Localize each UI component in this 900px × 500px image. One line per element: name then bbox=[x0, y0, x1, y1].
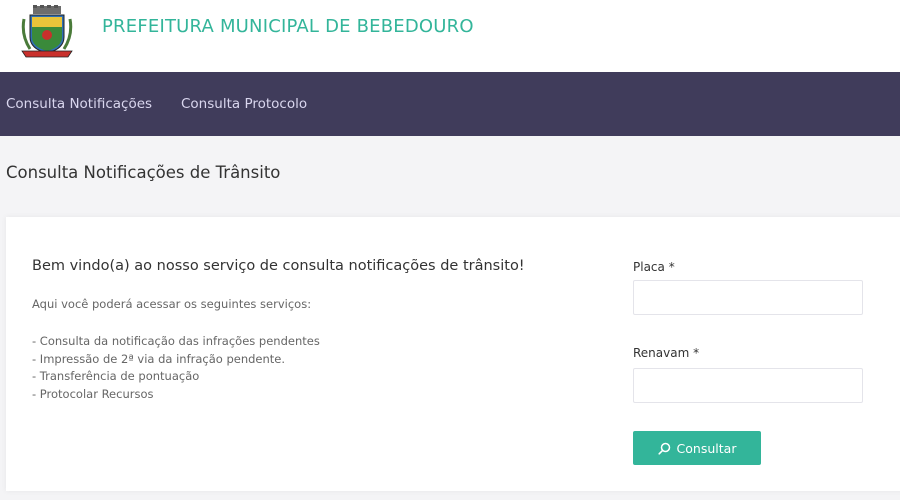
services-list: - Consulta da notificação das infrações … bbox=[32, 333, 320, 403]
consultar-button-label: Consultar bbox=[676, 440, 737, 456]
nav-consulta-protocolo[interactable]: Consulta Protocolo bbox=[181, 96, 307, 112]
list-item: - Transferência de pontuação bbox=[32, 369, 200, 383]
site-header: PREFEITURA MUNICIPAL DE BEBEDOURO bbox=[0, 0, 900, 72]
site-title: PREFEITURA MUNICIPAL DE BEBEDOURO bbox=[102, 16, 474, 37]
renavam-label: Renavam * bbox=[633, 346, 700, 360]
consultar-button[interactable]: Consultar bbox=[633, 431, 761, 465]
search-icon bbox=[657, 442, 671, 455]
main-navbar: Consulta Notificações Consulta Protocolo bbox=[0, 72, 900, 136]
welcome-heading: Bem vindo(a) ao nosso serviço de consult… bbox=[32, 258, 525, 274]
page-title: Consulta Notificações de Trânsito bbox=[6, 163, 281, 182]
intro-text: Aqui você poderá acessar os seguintes se… bbox=[32, 297, 312, 311]
renavam-input[interactable] bbox=[633, 368, 863, 403]
placa-input[interactable] bbox=[633, 280, 863, 315]
placa-label: Placa * bbox=[633, 260, 675, 274]
list-item: - Consulta da notificação das infrações … bbox=[32, 334, 320, 348]
list-item: - Protocolar Recursos bbox=[32, 386, 154, 401]
municipal-coat-of-arms-icon[interactable] bbox=[20, 5, 74, 61]
list-item: - Impressão de 2ª via da infração penden… bbox=[32, 351, 286, 366]
consulta-card: Bem vindo(a) ao nosso serviço de consult… bbox=[6, 217, 900, 491]
nav-consulta-notificacoes[interactable]: Consulta Notificações bbox=[6, 96, 152, 112]
